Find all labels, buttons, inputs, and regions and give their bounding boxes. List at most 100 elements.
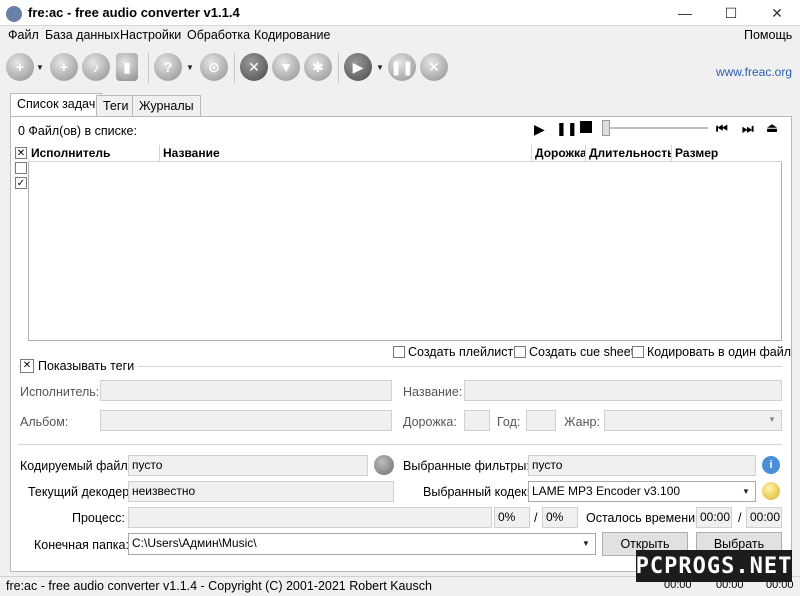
decoder-field: неизвестно [128, 481, 394, 502]
seek-slider[interactable] [604, 127, 708, 129]
column-length[interactable]: Длительность [586, 145, 672, 162]
time-left-label: Осталось времени: [586, 511, 699, 525]
chevron-down-icon[interactable]: ▼ [768, 415, 776, 424]
year-input[interactable] [526, 410, 556, 431]
title-bar: fre:ac - free audio converter v1.1.4 — ☐… [0, 0, 800, 26]
eject-icon[interactable]: ⏏ [766, 120, 778, 136]
show-tags-toggle[interactable]: ✕ Показывать теги [20, 359, 139, 373]
create-playlist-label: Создать плейлист [408, 345, 514, 359]
decoder-label: Текущий декодер: [28, 485, 133, 499]
check-none-checkbox[interactable] [15, 162, 27, 174]
title-label: Название: [403, 385, 463, 399]
column-size[interactable]: Размер [672, 145, 782, 162]
encode-single-label: Кодировать в один файл [647, 345, 791, 359]
track-input[interactable] [464, 410, 490, 431]
progress-separator: / [534, 511, 538, 525]
genre-select[interactable] [604, 410, 782, 431]
encoding-file-label: Кодируемый файл: [20, 459, 132, 473]
tab-joblist[interactable]: Список задач [10, 93, 103, 117]
create-playlist-checkbox[interactable] [393, 346, 405, 358]
next-track-icon[interactable]: ⏭ [742, 121, 754, 137]
column-artist[interactable]: Исполнитель [28, 145, 160, 162]
menu-file[interactable]: Файл [8, 28, 39, 42]
time-total-field: 00:00 [746, 507, 782, 528]
toggle-checkbox[interactable]: ✓ [15, 177, 27, 189]
column-track[interactable]: Дорожка [532, 145, 586, 162]
job-list-header: Исполнитель Название Дорожка Длительност… [28, 145, 782, 162]
chevron-down-icon[interactable]: ▼ [36, 63, 44, 72]
show-tags-label: Показывать теги [38, 359, 135, 373]
menu-processing[interactable]: Обработка [187, 28, 250, 42]
maximize-icon[interactable]: ☐ [708, 0, 754, 26]
check-all-checkbox[interactable]: ✕ [15, 147, 27, 159]
gear-icon[interactable] [762, 482, 780, 500]
show-tags-checkbox[interactable]: ✕ [20, 359, 34, 373]
progress-percent: 0% [494, 507, 530, 528]
stop-icon[interactable] [580, 121, 592, 133]
window-title: fre:ac - free audio converter v1.1.4 [28, 5, 240, 20]
chevron-down-icon[interactable]: ▼ [186, 63, 194, 72]
codec-label: Выбранный кодек: [423, 485, 531, 499]
add-files-icon[interactable]: + [6, 53, 34, 81]
toolbar: + ▼ + ♪ ▮ ? ▼ ⊙ ✕ ▼ ✱ ▶ ▼ ❚❚ ✕ www.freac… [0, 47, 800, 91]
toolbar-separator [338, 53, 339, 83]
encode-single-checkbox[interactable] [632, 346, 644, 358]
cddb-query-icon[interactable]: ? [154, 53, 182, 81]
progress-total-percent: 0% [542, 507, 578, 528]
time-left-field: 00:00 [696, 507, 732, 528]
tools-icon[interactable]: ✕ [240, 53, 268, 81]
job-list[interactable] [28, 145, 782, 341]
chevron-down-icon[interactable]: ▼ [376, 63, 384, 72]
file-count: 0 Файл(ов) в списке: [18, 124, 137, 138]
watermark: PCPROGS.NET [636, 550, 792, 582]
website-link[interactable]: www.freac.org [716, 65, 792, 79]
genre-label: Жанр: [564, 415, 600, 429]
tab-tags[interactable]: Теги [96, 95, 136, 117]
output-folder-label: Конечная папка: [34, 538, 129, 552]
album-label: Альбом: [20, 415, 69, 429]
encoding-file-field: пусто [128, 455, 368, 476]
toolbar-separator [148, 53, 149, 83]
track-label: Дорожка: [403, 415, 457, 429]
gear-icon[interactable]: ✱ [304, 53, 332, 81]
app-icon [6, 6, 22, 22]
album-input[interactable] [100, 410, 392, 431]
info-icon[interactable]: i [762, 456, 780, 474]
minimize-icon[interactable]: — [662, 0, 708, 26]
stop-icon[interactable]: ✕ [420, 53, 448, 81]
create-cue-label: Создать cue sheet [529, 345, 635, 359]
status-text: fre:ac - free audio converter v1.1.4 - C… [6, 579, 432, 593]
add-cd-icon[interactable]: + [50, 53, 78, 81]
cddb-submit-icon[interactable]: ⊙ [200, 53, 228, 81]
pause-icon[interactable]: ❚❚ [556, 121, 578, 137]
artist-input[interactable] [100, 380, 392, 401]
menu-encoding[interactable]: Кодирование [254, 28, 330, 42]
start-encoding-icon[interactable]: ▶ [344, 53, 372, 81]
chevron-down-icon[interactable]: ▼ [582, 539, 590, 548]
filter-icon[interactable]: ▼ [272, 53, 300, 81]
title-input[interactable] [464, 380, 782, 401]
clear-list-icon[interactable]: ▮ [116, 53, 138, 81]
column-title[interactable]: Название [160, 145, 532, 162]
seek-slider-handle[interactable] [602, 120, 610, 136]
output-folder-select[interactable]: C:\Users\Админ\Music\ [128, 533, 596, 555]
menu-bar: Файл База данных Настройки Обработка Код… [0, 26, 800, 46]
time-separator: / [738, 511, 742, 525]
progress-label: Процесс: [72, 511, 125, 525]
previous-track-icon[interactable]: ⏮ [716, 121, 728, 137]
menu-settings[interactable]: Настройки [120, 28, 181, 42]
close-icon[interactable]: ✕ [754, 0, 800, 26]
pause-icon[interactable]: ❚❚ [388, 53, 416, 81]
toolbar-separator [234, 53, 235, 83]
menu-help[interactable]: Помощь [744, 28, 792, 42]
menu-database[interactable]: База данных [45, 28, 119, 42]
play-icon[interactable]: ▶ [534, 121, 545, 138]
chevron-down-icon[interactable]: ▼ [742, 487, 750, 496]
settings-icon[interactable] [374, 455, 394, 475]
filters-label: Выбранные фильтры: [403, 459, 530, 473]
artist-label: Исполнитель: [20, 385, 100, 399]
tab-logs[interactable]: Журналы [132, 95, 201, 117]
music-note-icon[interactable]: ♪ [82, 53, 110, 81]
codec-select[interactable]: LAME MP3 Encoder v3.100 [528, 481, 756, 502]
create-cue-checkbox[interactable] [514, 346, 526, 358]
